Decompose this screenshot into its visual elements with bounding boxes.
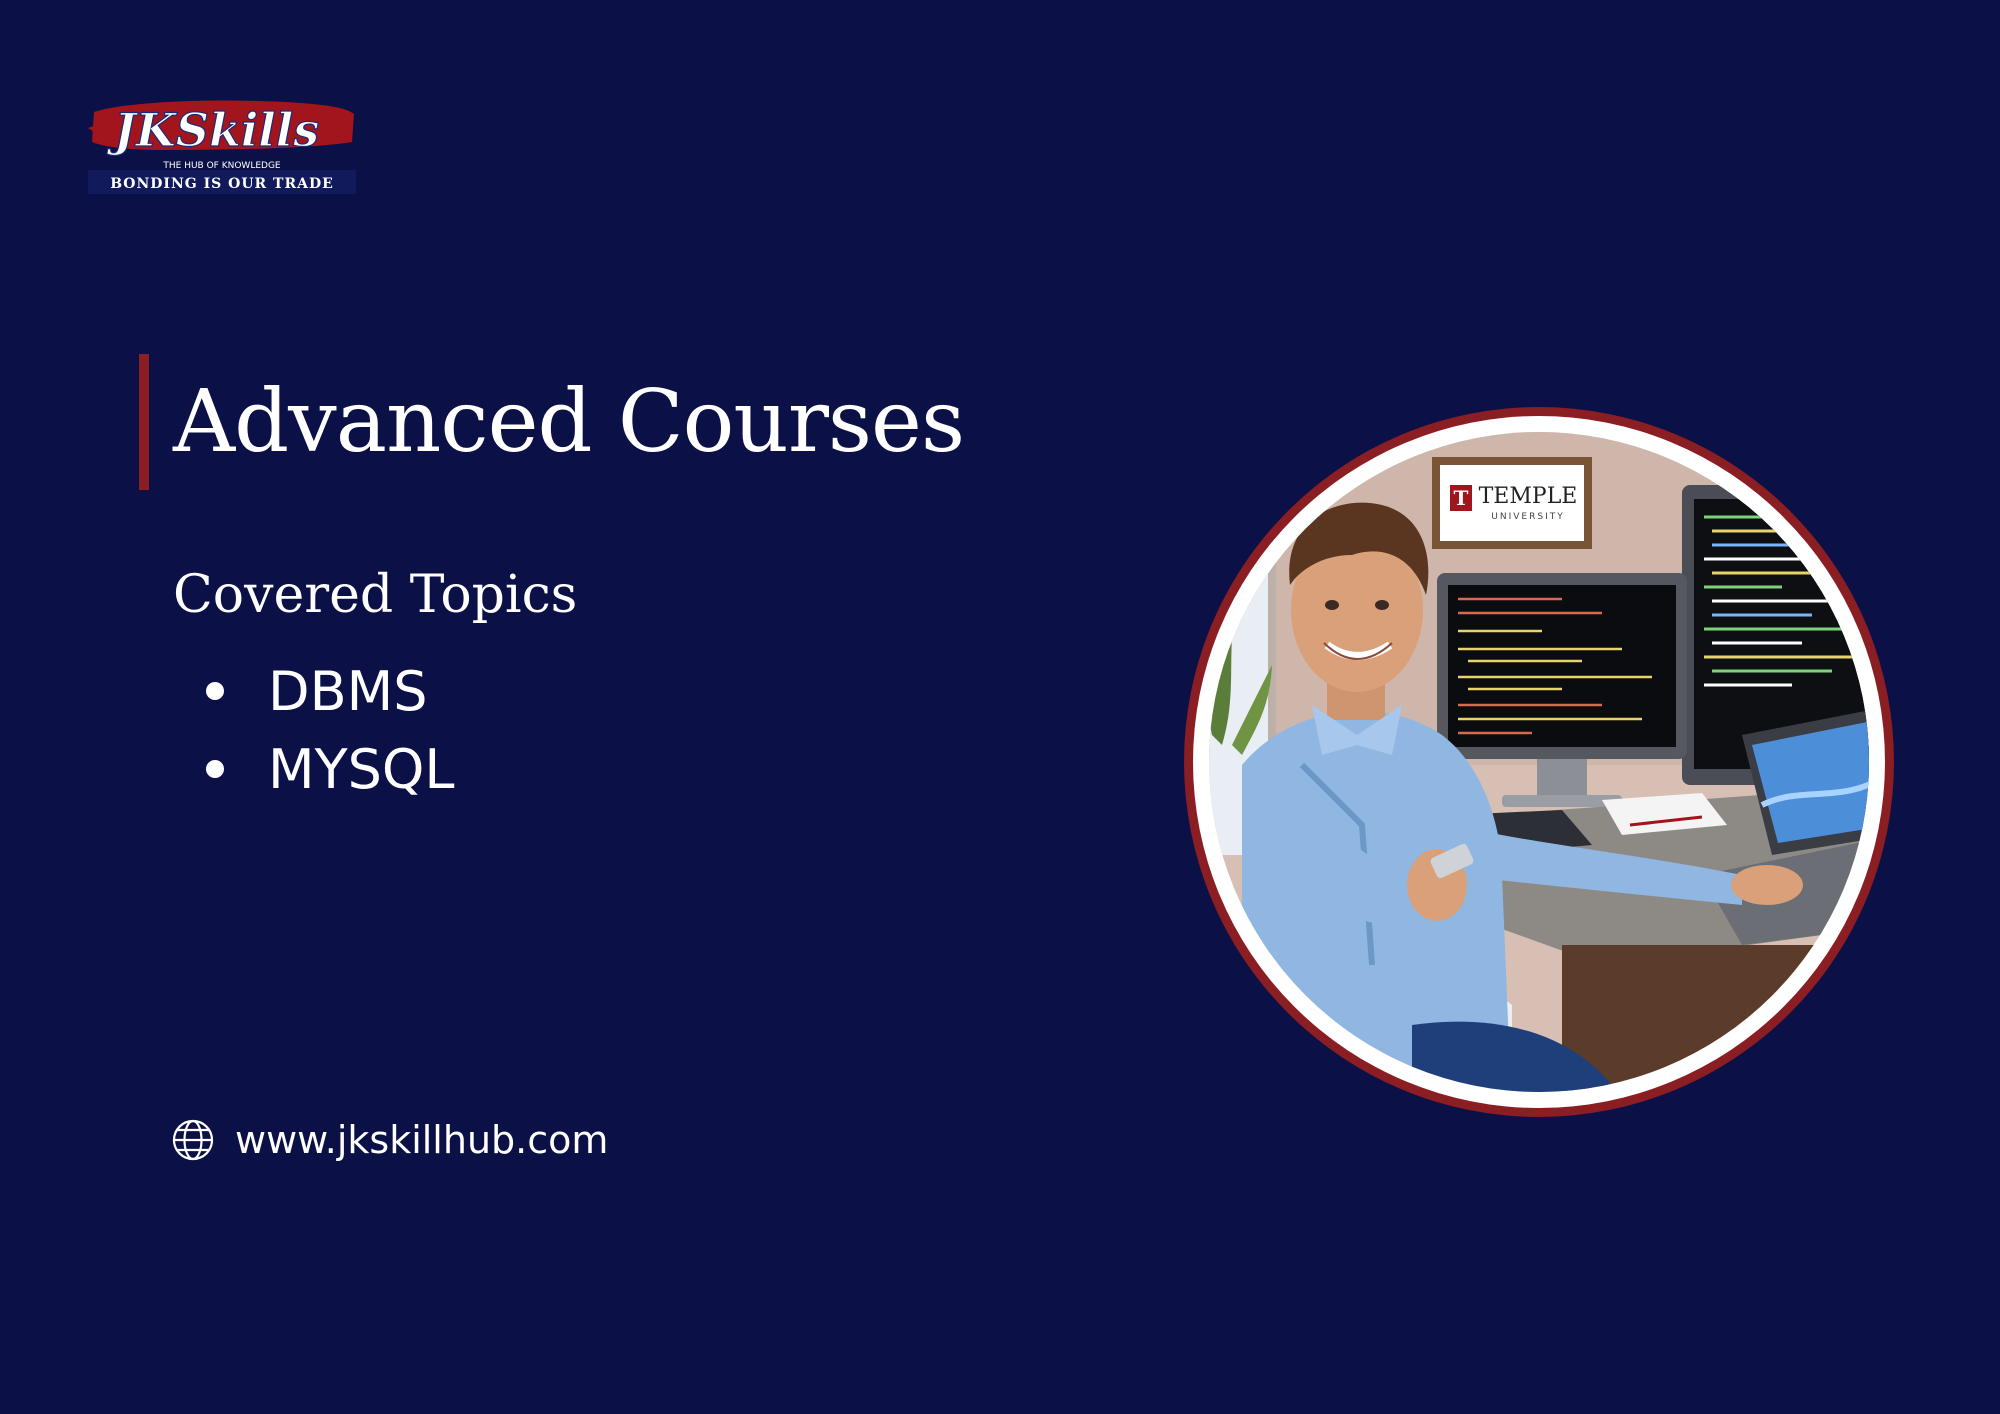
brand-logo: JKSkills THE HUB OF KNOWLEDGE BONDING IS… (86, 84, 358, 196)
logo-wordmark: JKSkills (106, 103, 319, 157)
bullet-icon (206, 760, 224, 778)
title-block: Advanced Courses (139, 354, 965, 490)
website-link[interactable]: www.jkskillhub.com (171, 1118, 608, 1162)
logo-tagline: BONDING IS OUR TRADE (110, 176, 334, 192)
svg-text:T: T (1454, 486, 1469, 510)
page-title: Advanced Courses (173, 372, 965, 472)
wall-sign: T TEMPLE UNIVERSITY (1432, 457, 1592, 549)
topics-heading: Covered Topics (173, 565, 578, 625)
slide: JKSkills THE HUB OF KNOWLEDGE BONDING IS… (0, 0, 2000, 1414)
list-item: MYSQL (206, 730, 454, 808)
title-accent-bar (139, 354, 149, 490)
sign-sub: UNIVERSITY (1491, 512, 1564, 522)
topic-label: DBMS (268, 659, 428, 723)
list-item: DBMS (206, 652, 454, 730)
logo-tagline-small: THE HUB OF KNOWLEDGE (162, 161, 281, 171)
globe-icon (172, 1119, 214, 1161)
topics-list: DBMS MYSQL (206, 652, 454, 808)
website-url[interactable]: www.jkskillhub.com (235, 1118, 608, 1162)
developer-illustration: T TEMPLE UNIVERSITY (1182, 405, 1896, 1119)
topic-label: MYSQL (268, 737, 455, 801)
bullet-icon (206, 682, 224, 700)
sign-name: TEMPLE (1479, 484, 1578, 509)
